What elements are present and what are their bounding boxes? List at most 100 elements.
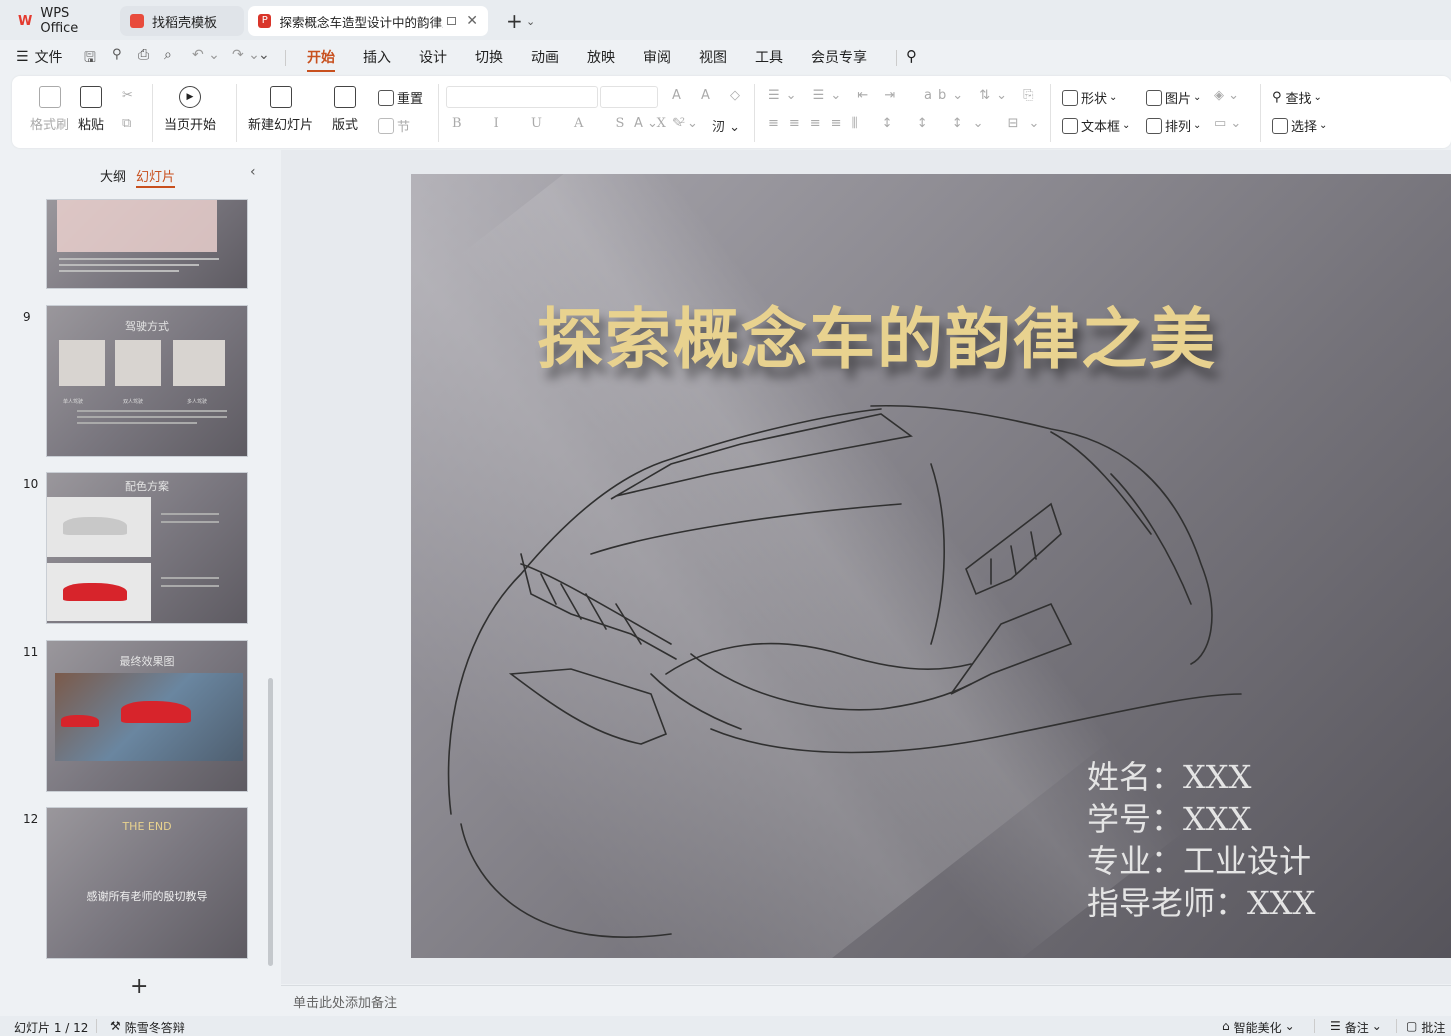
share-icon[interactable]: ⚲ [112,47,122,62]
section-button[interactable]: 节 [378,116,410,135]
slide-thumbnail-12[interactable]: THE END 感谢所有老师的殷切教导 [46,807,248,959]
red-car-thumbnail [63,583,127,601]
arrange-icon [1146,117,1162,134]
fill-icon[interactable]: ◈ ⌄ [1214,88,1239,103]
text-effects-icon[interactable]: 㲽 ⌄ [712,116,740,135]
slide-thumbnail-11[interactable]: 最终效果图 [46,640,248,792]
highlight-icon[interactable]: ✎ ⌄ [672,116,698,131]
slide-thumbnail-8[interactable] [46,199,248,289]
shape-button[interactable]: 形状 ⌄ [1062,88,1117,107]
sketch-line [1110,473,1192,605]
copy-icon[interactable]: ⧉ [122,116,131,131]
panel-scrollbar[interactable] [268,678,273,966]
menu-tab-animation[interactable]: 动画 [531,47,559,67]
window-icon[interactable] [446,17,457,25]
print-icon[interactable]: ⎙ [138,47,149,63]
menu-tab-transition[interactable]: 切换 [475,47,503,67]
student-info[interactable]: 姓名：XXX 学号：XXX 专业：工业设计 指导老师：XXX [1087,756,1315,924]
outline-icon[interactable]: ▭ ⌄ [1214,116,1241,131]
undo-icon[interactable]: ↶ ⌄ [192,47,220,63]
select-button[interactable]: 选择 ⌄ [1272,116,1327,135]
textbox-button[interactable]: 文本框 ⌄ [1062,116,1130,135]
theme-name-button[interactable]: ⚒ 陈雪冬答辩 [110,1019,185,1036]
tab-current-document[interactable]: P 探索概念车造型设计中的韵律之 ✕ [248,6,488,36]
collapse-panel-icon[interactable]: ‹ [250,164,256,180]
textbox-label: 文本框 [1081,120,1121,135]
text-direction-icons[interactable]: ab⌄ ⇅⌄ ⎘ [924,88,1040,103]
alignment-icons[interactable]: ≡≡≡≡⫼ ↕ ↕ ↕⌄ ⊟⌄ [768,116,1049,131]
cut-icon[interactable]: ✂ [122,88,133,103]
comments-button[interactable]: ▢ 批注 [1406,1019,1445,1036]
tab-list-chevron-icon[interactable]: ⌄ [516,6,545,36]
close-tab-icon[interactable]: ✕ [466,13,478,29]
notes-label: 备注 [1344,1021,1369,1035]
more-chevron-icon[interactable]: ⌄ [258,47,270,63]
sketch-line [930,463,945,645]
file-menu[interactable]: ☰ 文件 [16,47,63,67]
slide-thumbnail-9[interactable]: 驾驶方式 单人驾驶 双人驾驶 多人驾驶 [46,305,248,457]
menu-tab-membership[interactable]: 会员专享 [811,47,867,67]
slide-thumbnail-10[interactable]: 配色方案 [46,472,248,624]
menu-bar: ☰ 文件 🖫 ⚲ ⎙ ⌕ ↶ ⌄ ↷ ⌄ ⌄ 开始 插入 设计 切换 动画 放映… [0,40,1451,72]
find-icon: ⚲ [1272,90,1282,105]
redo-icon[interactable]: ↷ ⌄ [232,47,260,63]
notes-pane[interactable]: 单击此处添加备注 [281,985,1451,1015]
reset-button[interactable]: 重置 [378,88,423,107]
font-family-dropdown[interactable] [446,86,598,108]
new-slide-button[interactable]: 新建幻灯片 [248,86,313,133]
start-from-current-button[interactable]: ▶ 当页开始 [164,86,216,133]
search-icon[interactable]: ⚲ [906,47,917,65]
slide-number: 10 [23,477,39,491]
add-slide-button[interactable]: + [130,974,148,999]
find-button[interactable]: ⚲ 查找 ⌄ [1272,88,1322,107]
smart-beautify-button[interactable]: ⌂ 智能美化 ⌄ [1222,1019,1295,1036]
beautify-icon: ⌂ [1222,1019,1230,1033]
thumbnail-text: 感谢所有老师的殷切教导 [86,890,208,903]
thumbnail-image [173,340,225,386]
layout-button[interactable]: 版式 [332,86,358,133]
menu-tab-design[interactable]: 设计 [419,47,447,67]
divider [754,84,755,142]
font-color-icon[interactable]: A ⌄ [634,116,658,131]
menu-tab-insert[interactable]: 插入 [363,47,391,67]
thumbnail-label: 双人驾驶 [123,399,144,405]
print-preview-icon[interactable]: ⌕ [164,47,172,63]
menu-tab-home[interactable]: 开始 [307,47,335,72]
red-car-thumbnail [121,701,191,723]
font-size-dropdown[interactable] [600,86,658,108]
font-style-icons[interactable]: B I U A S X² [452,116,699,131]
tab-wps-office[interactable]: W WPS Office [8,6,116,36]
find-label: 查找 [1285,92,1312,107]
menu-tab-tools[interactable]: 工具 [755,47,783,67]
tab-docer-templates[interactable]: 找稻壳模板 [120,6,244,36]
format-painter-button[interactable]: 格式刷 [30,86,69,133]
notes-toggle-button[interactable]: ☰ 备注 ⌄ [1330,1019,1382,1036]
status-bar: 幻灯片 1 / 12 ⚒ 陈雪冬答辩 ⌂ 智能美化 ⌄ ☰ 备注 ⌄ ▢ 批注 [0,1016,1451,1036]
list-icons[interactable]: ☰⌄ ☰⌄ ⇤ ⇥ [768,88,901,103]
hamburger-icon: ☰ [16,49,29,65]
menu-tab-review[interactable]: 审阅 [643,47,671,67]
start-from-current-label: 当页开始 [164,118,217,133]
slide-counter: 幻灯片 1 / 12 [14,1021,89,1035]
thumbnail-image [57,200,217,252]
outline-tab[interactable]: 大纲 [100,166,126,185]
divider [96,1019,97,1033]
layout-label: 版式 [332,118,359,133]
slides-tab[interactable]: 幻灯片 [136,166,176,188]
font-size-adjust-icons[interactable]: A A ◇ [672,88,748,103]
sketch-line [610,413,913,500]
thumbnail-title: THE END [122,820,172,833]
menu-tab-view[interactable]: 视图 [699,47,727,67]
divider [152,84,153,142]
format-painter-icon [38,86,61,108]
select-label: 选择 [1291,120,1318,135]
sketch-line [965,502,1062,596]
picture-button[interactable]: 图片 ⌄ [1146,88,1201,107]
save-icon[interactable]: 🖫 [84,47,96,71]
arrange-button[interactable]: 排列 ⌄ [1146,116,1201,135]
paste-button[interactable]: 粘贴 [78,86,104,133]
menu-tab-slideshow[interactable]: 放映 [587,47,615,67]
thumbnail-text-line [77,416,227,418]
current-slide[interactable]: 探索概念车的韵律之美 姓名：XXX 学号：XXX 专业：工业设计 指导老师：XX… [411,174,1451,958]
divider [236,84,237,142]
